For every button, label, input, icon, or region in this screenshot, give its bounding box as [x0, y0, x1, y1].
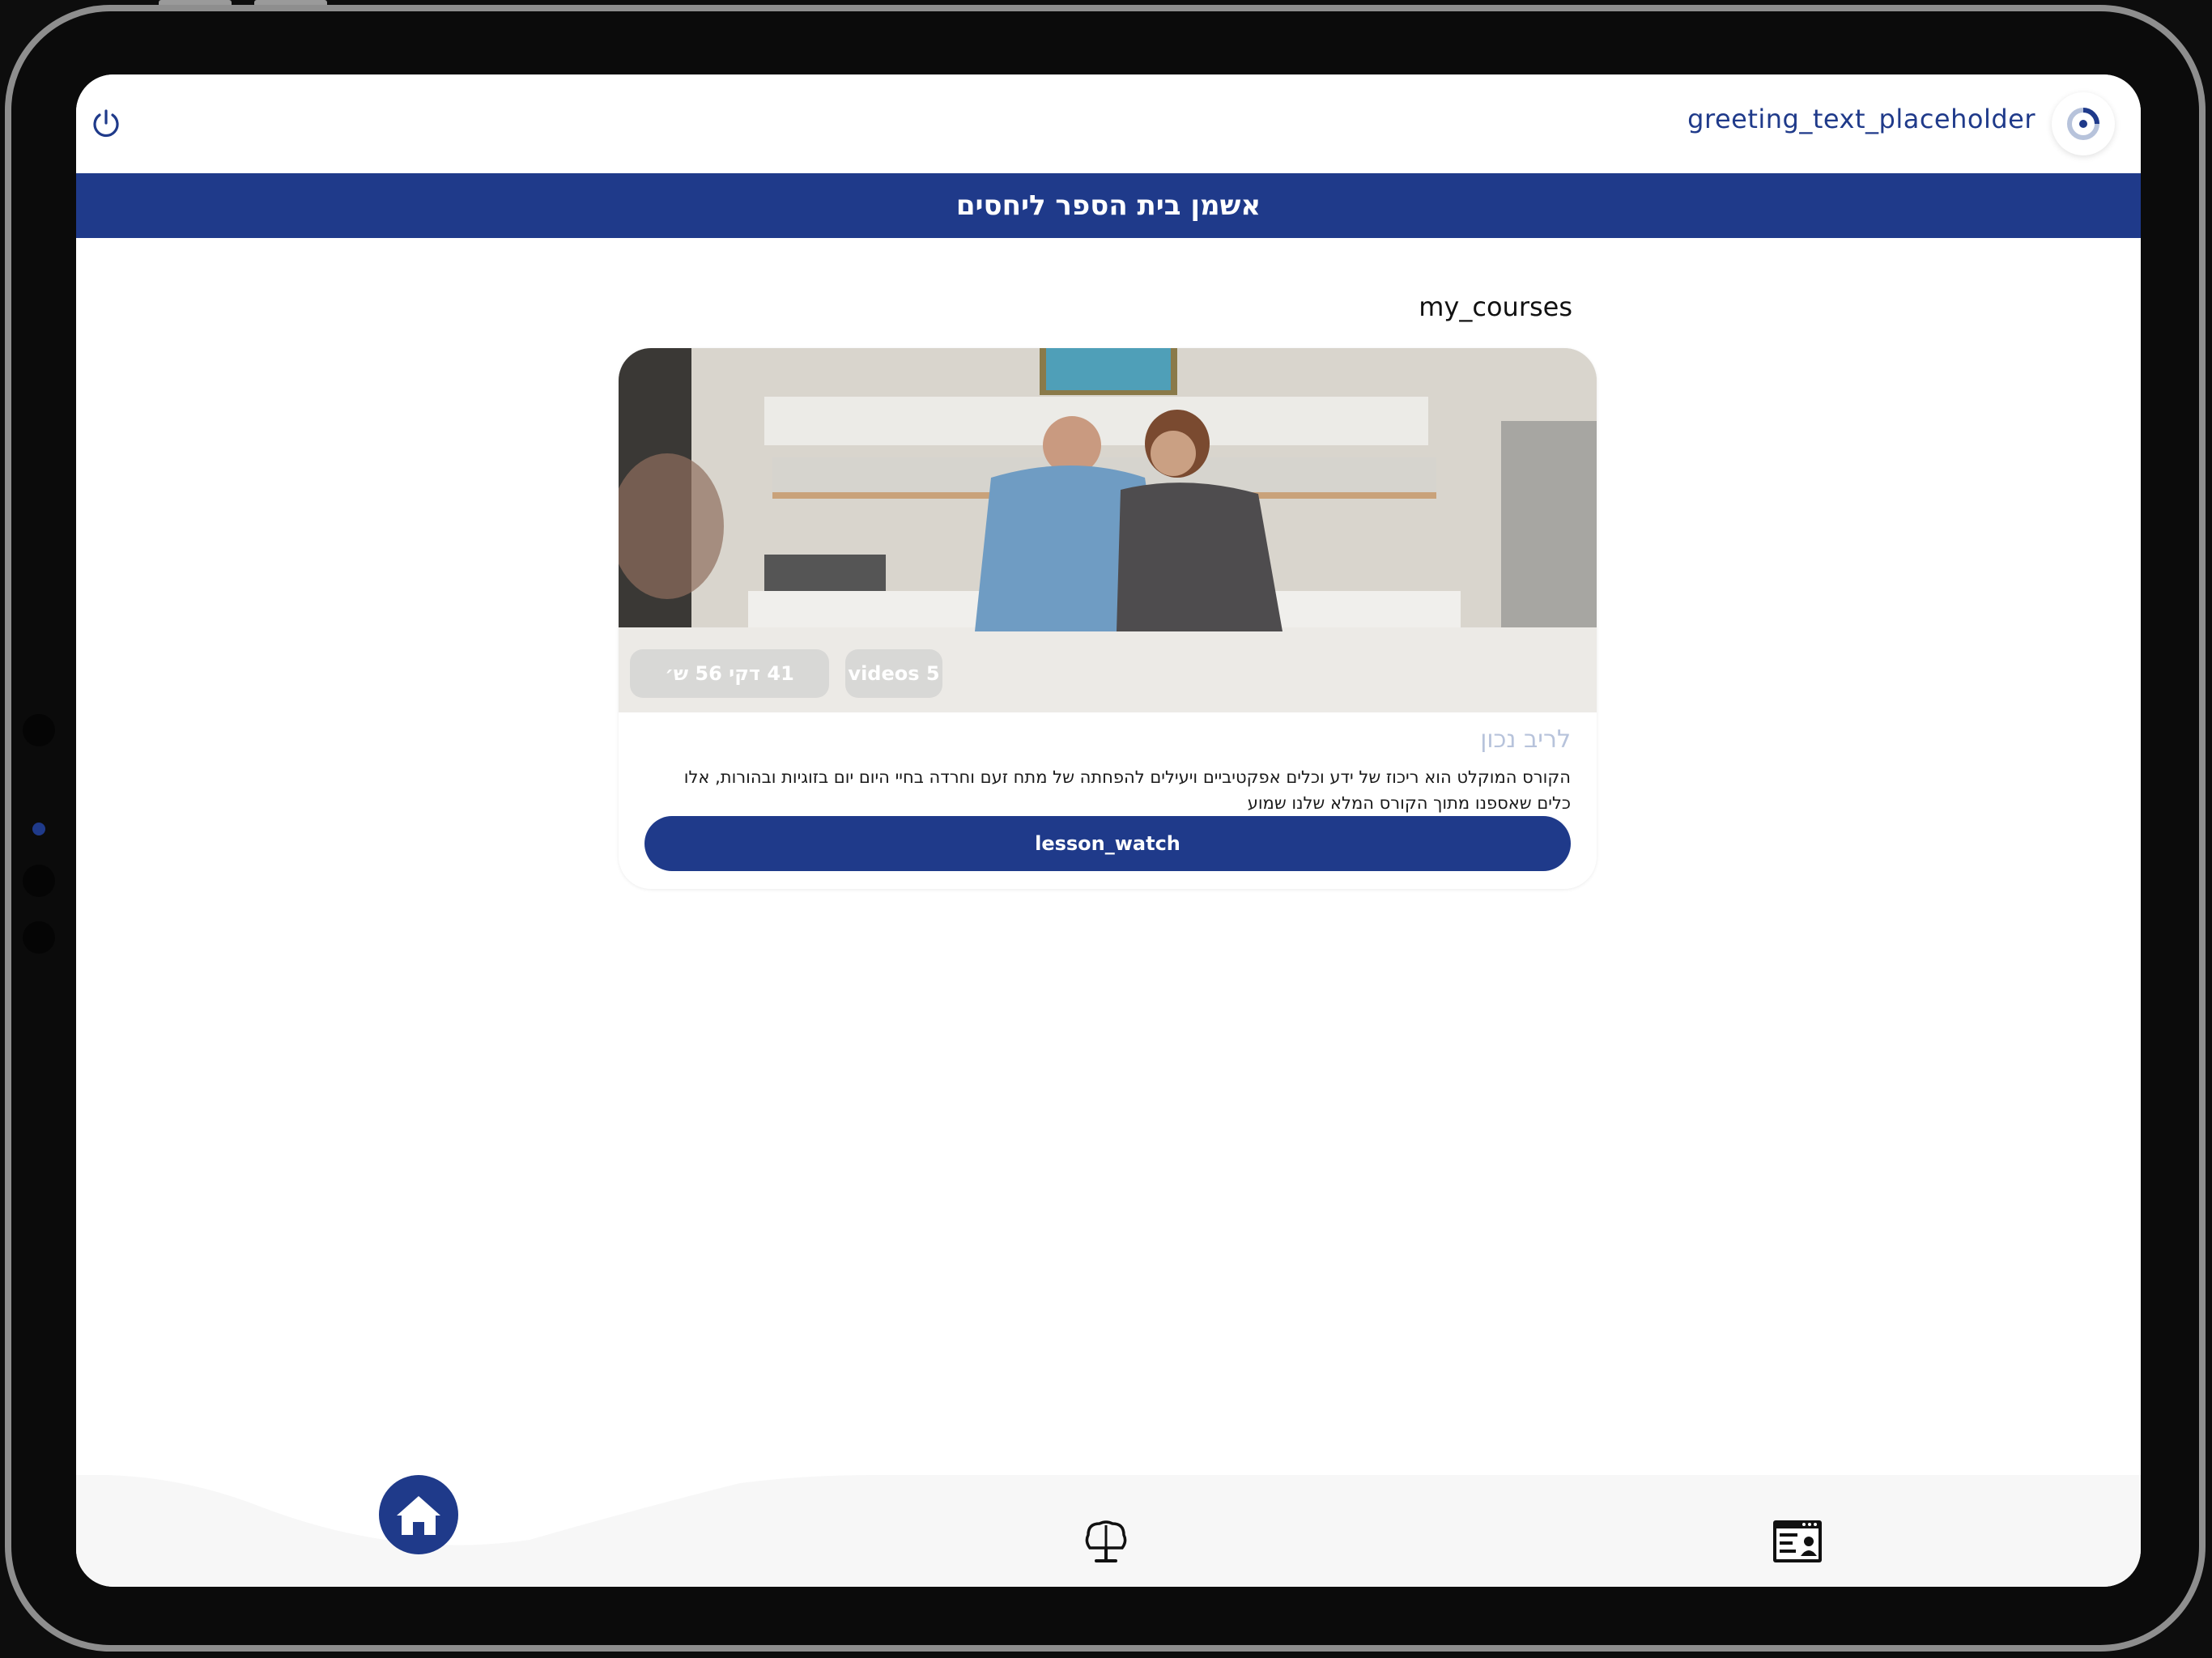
hardware-side-dot	[23, 865, 55, 897]
videos-count-badge: videos 5	[845, 649, 942, 698]
hardware-side-dot	[23, 921, 55, 954]
school-banner: אשמן בית הספר ליחסים	[76, 173, 2141, 238]
brain-monitor-icon	[1085, 1520, 1127, 1562]
nav-home[interactable]	[379, 1475, 458, 1554]
app-screen: greeting_text_placeholder אשמן בית הספר …	[76, 74, 2141, 1587]
nav-profile-card[interactable]	[1772, 1519, 1823, 1566]
course-thumbnail[interactable]: 41 דקי 56 ש׳ videos 5	[619, 348, 1597, 712]
top-bar: greeting_text_placeholder	[76, 74, 2141, 173]
course-card[interactable]: 41 דקי 56 ש׳ videos 5 לריב נכון הקורס המ…	[619, 348, 1597, 889]
course-title: לריב נכון	[1480, 725, 1571, 754]
banner-title: אשמן בית הספר ליחסים	[955, 189, 1261, 222]
course-description: הקורס המוקלט הוא ריכוז של ידע וכלים אפקט…	[683, 767, 1571, 813]
lesson-watch-button[interactable]: lesson_watch	[644, 816, 1571, 871]
power-icon[interactable]	[89, 107, 123, 141]
tablet-device-frame: greeting_text_placeholder אשמן בית הספר …	[0, 0, 2212, 1658]
nav-brain-monitor[interactable]	[1080, 1517, 1132, 1569]
home-icon	[379, 1475, 458, 1554]
app-logo-icon	[2052, 92, 2115, 155]
hardware-side-dot	[23, 714, 55, 746]
duration-badge: 41 דקי 56 ש׳	[630, 649, 829, 698]
camera-icon	[32, 823, 45, 835]
my-courses-heading: my_courses	[1419, 291, 1572, 322]
bottom-navigation	[76, 1475, 2141, 1587]
profile-card-icon	[1773, 1520, 1822, 1562]
greeting-text: greeting_text_placeholder	[1687, 104, 2035, 134]
